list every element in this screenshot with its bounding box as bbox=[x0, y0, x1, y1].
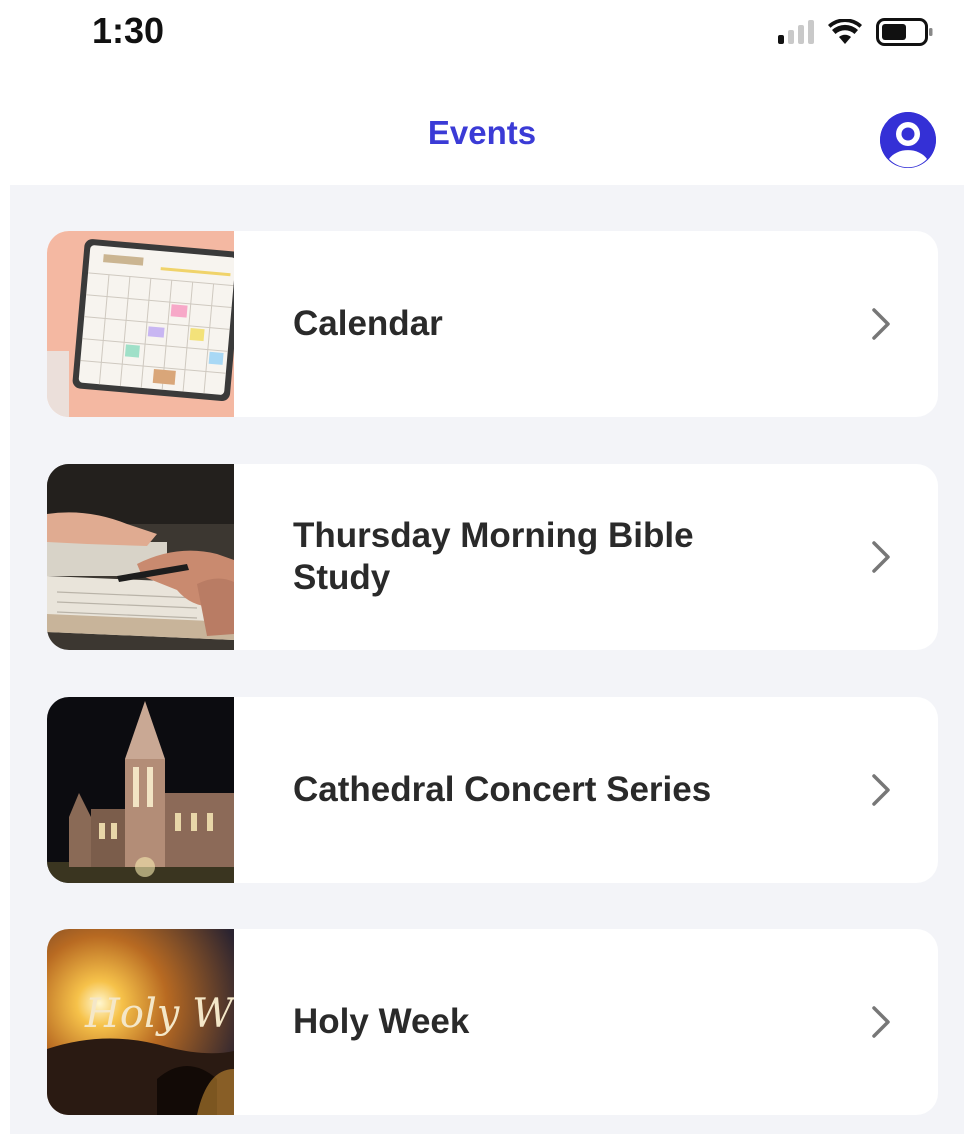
nav-bar: Events bbox=[0, 70, 964, 185]
status-icons bbox=[778, 18, 934, 46]
chevron-right-icon bbox=[872, 308, 890, 340]
chevron-right-icon bbox=[872, 541, 890, 573]
page-title: Events bbox=[427, 114, 537, 151]
list-item-label: Thursday Morning Bible Study bbox=[293, 516, 694, 597]
calendar-thumbnail bbox=[47, 231, 234, 417]
wifi-icon bbox=[828, 19, 862, 44]
chevron-right-icon bbox=[872, 774, 890, 806]
events-list: Calendar Thursday Morning Bible Study Ca… bbox=[10, 185, 964, 1134]
cathedral-thumbnail bbox=[47, 697, 234, 883]
list-item-label: Cathedral Concert Series bbox=[293, 770, 712, 809]
list-item-cathedral-concert-series[interactable]: Cathedral Concert Series bbox=[47, 697, 938, 883]
status-bar: 1:30 bbox=[0, 0, 964, 70]
list-item-label: Calendar bbox=[293, 304, 443, 343]
profile-icon bbox=[880, 112, 936, 168]
profile-button[interactable] bbox=[880, 112, 936, 168]
bible-study-thumbnail bbox=[47, 464, 234, 650]
status-time: 1:30 bbox=[92, 10, 165, 51]
events-screen: 1:30 Events Calendar Thursday Morning Bi… bbox=[0, 0, 964, 1134]
chevron-right-icon bbox=[872, 1006, 890, 1038]
holy-week-thumbnail: Holy W bbox=[47, 929, 234, 1115]
list-item-calendar[interactable]: Calendar bbox=[47, 231, 938, 417]
battery-icon bbox=[876, 18, 933, 46]
list-item-bible-study[interactable]: Thursday Morning Bible Study bbox=[47, 464, 938, 650]
list-item-holy-week[interactable]: Holy W Holy Week bbox=[47, 929, 938, 1115]
list-item-label: Holy Week bbox=[293, 1002, 470, 1041]
signal-icon bbox=[778, 20, 814, 44]
holy-week-thumb-text: Holy W bbox=[84, 991, 234, 1037]
